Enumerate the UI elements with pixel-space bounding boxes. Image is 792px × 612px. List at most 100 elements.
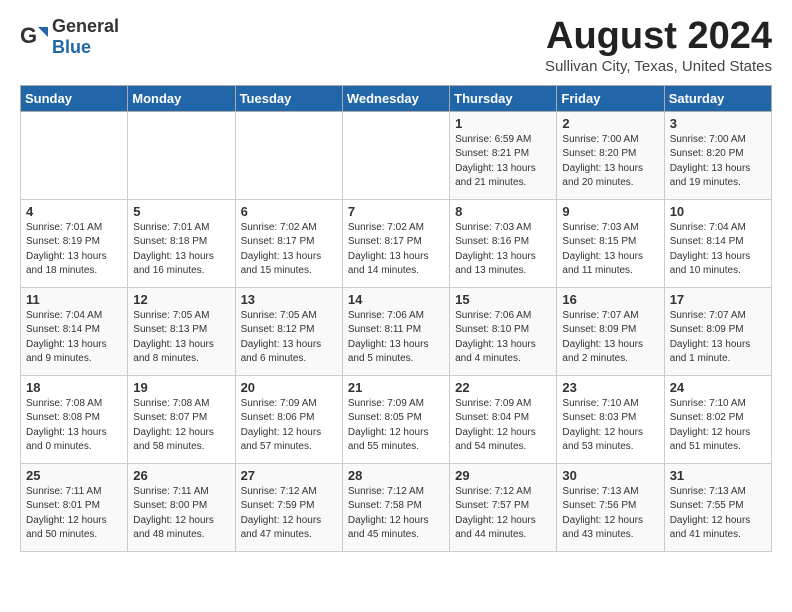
day-info: Sunrise: 7:09 AM Sunset: 8:05 PM Dayligh… <box>348 397 444 455</box>
day-number: 20 <box>241 380 337 395</box>
day-info: Sunrise: 7:01 AM Sunset: 8:18 PM Dayligh… <box>133 221 229 279</box>
calendar-cell <box>235 111 342 199</box>
day-info: Sunrise: 7:01 AM Sunset: 8:19 PM Dayligh… <box>26 221 122 279</box>
day-info: Sunrise: 7:05 AM Sunset: 8:13 PM Dayligh… <box>133 309 229 367</box>
weekday-header-wednesday: Wednesday <box>342 85 449 111</box>
day-info: Sunrise: 7:13 AM Sunset: 7:55 PM Dayligh… <box>670 485 766 543</box>
location-title: Sullivan City, Texas, United States <box>545 58 772 75</box>
day-number: 6 <box>241 204 337 219</box>
calendar-body: 1 Sunrise: 6:59 AM Sunset: 8:21 PM Daylig… <box>21 111 772 551</box>
day-info: Sunrise: 7:10 AM Sunset: 8:02 PM Dayligh… <box>670 397 766 455</box>
day-info: Sunrise: 7:12 AM Sunset: 7:58 PM Dayligh… <box>348 485 444 543</box>
calendar-week-2: 4 Sunrise: 7:01 AM Sunset: 8:19 PM Daylig… <box>21 199 772 287</box>
calendar-cell: 31 Sunrise: 7:13 AM Sunset: 7:55 PM Dayli… <box>664 463 771 551</box>
day-number: 25 <box>26 468 122 483</box>
day-number: 13 <box>241 292 337 307</box>
calendar-cell: 17 Sunrise: 7:07 AM Sunset: 8:09 PM Dayli… <box>664 287 771 375</box>
calendar-cell: 30 Sunrise: 7:13 AM Sunset: 7:56 PM Dayli… <box>557 463 664 551</box>
calendar-cell: 10Sunrise: 7:04 AM Sunset: 8:14 PM Dayli… <box>664 199 771 287</box>
calendar-cell: 8Sunrise: 7:03 AM Sunset: 8:16 PM Daylig… <box>450 199 557 287</box>
logo-icon: G <box>20 23 48 51</box>
day-info: Sunrise: 7:11 AM Sunset: 8:01 PM Dayligh… <box>26 485 122 543</box>
day-number: 31 <box>670 468 766 483</box>
calendar-cell: 21Sunrise: 7:09 AM Sunset: 8:05 PM Dayli… <box>342 375 449 463</box>
calendar-cell: 15 Sunrise: 7:06 AM Sunset: 8:10 PM Dayli… <box>450 287 557 375</box>
calendar-cell <box>21 111 128 199</box>
day-info: Sunrise: 7:02 AM Sunset: 8:17 PM Dayligh… <box>348 221 444 279</box>
day-number: 19 <box>133 380 229 395</box>
day-number: 22 <box>455 380 551 395</box>
calendar-cell: 20 Sunrise: 7:09 AM Sunset: 8:06 PM Dayli… <box>235 375 342 463</box>
calendar-week-1: 1 Sunrise: 6:59 AM Sunset: 8:21 PM Daylig… <box>21 111 772 199</box>
calendar-cell: 11 Sunrise: 7:04 AM Sunset: 8:14 PM Dayli… <box>21 287 128 375</box>
day-number: 10 <box>670 204 766 219</box>
weekday-header-sunday: Sunday <box>21 85 128 111</box>
calendar-cell: 12 Sunrise: 7:05 AM Sunset: 8:13 PM Dayli… <box>128 287 235 375</box>
day-info: Sunrise: 7:05 AM Sunset: 8:12 PM Dayligh… <box>241 309 337 367</box>
day-number: 15 <box>455 292 551 307</box>
day-number: 1 <box>455 116 551 131</box>
weekday-header-thursday: Thursday <box>450 85 557 111</box>
day-number: 8 <box>455 204 551 219</box>
weekday-header-monday: Monday <box>128 85 235 111</box>
day-info: Sunrise: 7:09 AM Sunset: 8:04 PM Dayligh… <box>455 397 551 455</box>
calendar-cell: 16 Sunrise: 7:07 AM Sunset: 8:09 PM Dayli… <box>557 287 664 375</box>
calendar-cell <box>128 111 235 199</box>
calendar-cell: 24 Sunrise: 7:10 AM Sunset: 8:02 PM Dayli… <box>664 375 771 463</box>
day-number: 12 <box>133 292 229 307</box>
calendar-cell: 22 Sunrise: 7:09 AM Sunset: 8:04 PM Dayli… <box>450 375 557 463</box>
day-info: Sunrise: 7:02 AM Sunset: 8:17 PM Dayligh… <box>241 221 337 279</box>
calendar-cell: 1 Sunrise: 6:59 AM Sunset: 8:21 PM Daylig… <box>450 111 557 199</box>
day-number: 18 <box>26 380 122 395</box>
day-number: 27 <box>241 468 337 483</box>
day-number: 5 <box>133 204 229 219</box>
day-number: 11 <box>26 292 122 307</box>
logo-blue: Blue <box>52 37 91 57</box>
weekday-header-tuesday: Tuesday <box>235 85 342 111</box>
day-number: 4 <box>26 204 122 219</box>
day-info: Sunrise: 7:09 AM Sunset: 8:06 PM Dayligh… <box>241 397 337 455</box>
calendar-cell: 26Sunrise: 7:11 AM Sunset: 8:00 PM Dayli… <box>128 463 235 551</box>
day-info: Sunrise: 7:03 AM Sunset: 8:15 PM Dayligh… <box>562 221 658 279</box>
logo-general: General <box>52 16 119 36</box>
calendar-cell: 18 Sunrise: 7:08 AM Sunset: 8:08 PM Dayli… <box>21 375 128 463</box>
calendar-cell: 5 Sunrise: 7:01 AM Sunset: 8:18 PM Daylig… <box>128 199 235 287</box>
weekday-header-friday: Friday <box>557 85 664 111</box>
calendar-cell: 27Sunrise: 7:12 AM Sunset: 7:59 PM Dayli… <box>235 463 342 551</box>
day-info: Sunrise: 7:07 AM Sunset: 8:09 PM Dayligh… <box>670 309 766 367</box>
weekday-header-row: SundayMondayTuesdayWednesdayThursdayFrid… <box>21 85 772 111</box>
day-number: 24 <box>670 380 766 395</box>
calendar-cell: 4 Sunrise: 7:01 AM Sunset: 8:19 PM Daylig… <box>21 199 128 287</box>
day-number: 23 <box>562 380 658 395</box>
day-info: Sunrise: 7:13 AM Sunset: 7:56 PM Dayligh… <box>562 485 658 543</box>
day-number: 30 <box>562 468 658 483</box>
day-info: Sunrise: 6:59 AM Sunset: 8:21 PM Dayligh… <box>455 133 551 191</box>
calendar-cell: 9 Sunrise: 7:03 AM Sunset: 8:15 PM Daylig… <box>557 199 664 287</box>
day-info: Sunrise: 7:07 AM Sunset: 8:09 PM Dayligh… <box>562 309 658 367</box>
calendar-week-4: 18 Sunrise: 7:08 AM Sunset: 8:08 PM Dayli… <box>21 375 772 463</box>
day-info: Sunrise: 7:08 AM Sunset: 8:08 PM Dayligh… <box>26 397 122 455</box>
day-info: Sunrise: 7:06 AM Sunset: 8:10 PM Dayligh… <box>455 309 551 367</box>
day-info: Sunrise: 7:04 AM Sunset: 8:14 PM Dayligh… <box>26 309 122 367</box>
title-area: August 2024 Sullivan City, Texas, United… <box>545 16 772 75</box>
calendar-cell <box>342 111 449 199</box>
day-info: Sunrise: 7:12 AM Sunset: 7:57 PM Dayligh… <box>455 485 551 543</box>
logo: G General Blue <box>20 16 119 58</box>
page-header: G General Blue August 2024 Sullivan City… <box>20 16 772 75</box>
calendar-cell: 25 Sunrise: 7:11 AM Sunset: 8:01 PM Dayli… <box>21 463 128 551</box>
calendar-cell: 19Sunrise: 7:08 AM Sunset: 8:07 PM Dayli… <box>128 375 235 463</box>
calendar-cell: 23 Sunrise: 7:10 AM Sunset: 8:03 PM Dayli… <box>557 375 664 463</box>
calendar-table: SundayMondayTuesdayWednesdayThursdayFrid… <box>20 85 772 552</box>
weekday-header-saturday: Saturday <box>664 85 771 111</box>
day-info: Sunrise: 7:10 AM Sunset: 8:03 PM Dayligh… <box>562 397 658 455</box>
day-number: 26 <box>133 468 229 483</box>
day-number: 17 <box>670 292 766 307</box>
svg-text:G: G <box>20 23 37 48</box>
day-number: 14 <box>348 292 444 307</box>
day-info: Sunrise: 7:00 AM Sunset: 8:20 PM Dayligh… <box>562 133 658 191</box>
calendar-cell: 28Sunrise: 7:12 AM Sunset: 7:58 PM Dayli… <box>342 463 449 551</box>
calendar-cell: 29Sunrise: 7:12 AM Sunset: 7:57 PM Dayli… <box>450 463 557 551</box>
day-number: 16 <box>562 292 658 307</box>
day-number: 9 <box>562 204 658 219</box>
month-title: August 2024 <box>545 16 772 58</box>
